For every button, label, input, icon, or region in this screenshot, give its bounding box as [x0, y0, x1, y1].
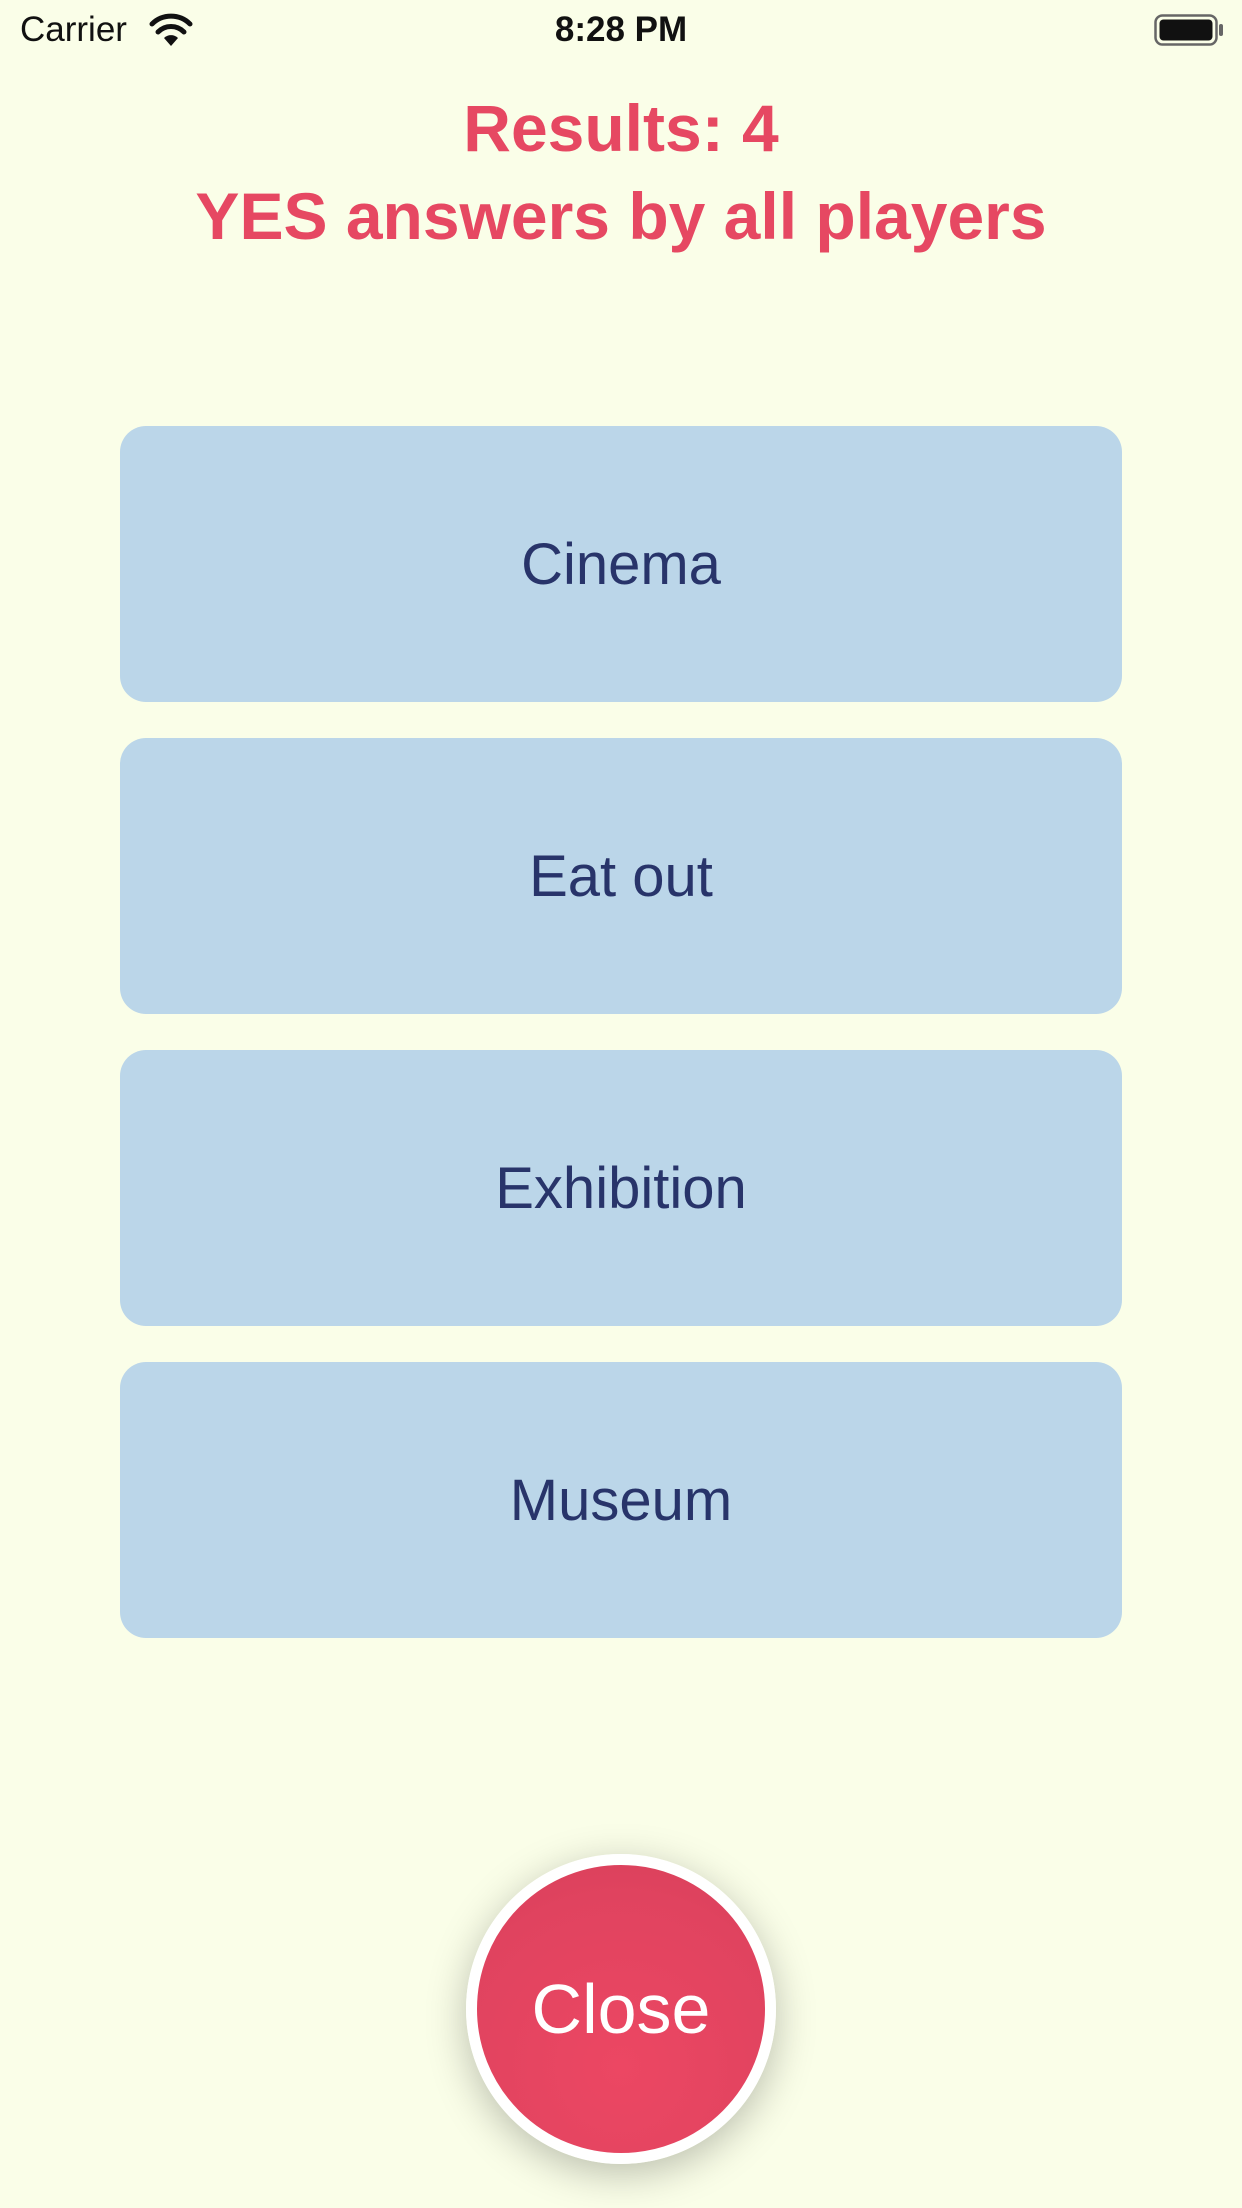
result-item-museum[interactable]: Museum [120, 1362, 1122, 1638]
result-item-cinema[interactable]: Cinema [120, 426, 1122, 702]
result-item-eat-out[interactable]: Eat out [120, 738, 1122, 1014]
close-button[interactable]: Close [466, 1854, 776, 2164]
result-item-label: Eat out [529, 843, 713, 909]
results-subtitle: YES answers by all players [195, 179, 1047, 253]
battery-icon [1154, 14, 1223, 46]
result-item-label: Exhibition [495, 1155, 747, 1221]
result-item-label: Museum [509, 1467, 733, 1533]
close-button-label: Close [531, 1970, 711, 2048]
status-bar: Carrier 8:28 PM [0, 0, 1242, 62]
results-title: Results: 4 [463, 91, 779, 165]
result-item-exhibition[interactable]: Exhibition [120, 1050, 1122, 1326]
result-item-label: Cinema [521, 531, 721, 597]
status-time: 8:28 PM [554, 10, 688, 49]
